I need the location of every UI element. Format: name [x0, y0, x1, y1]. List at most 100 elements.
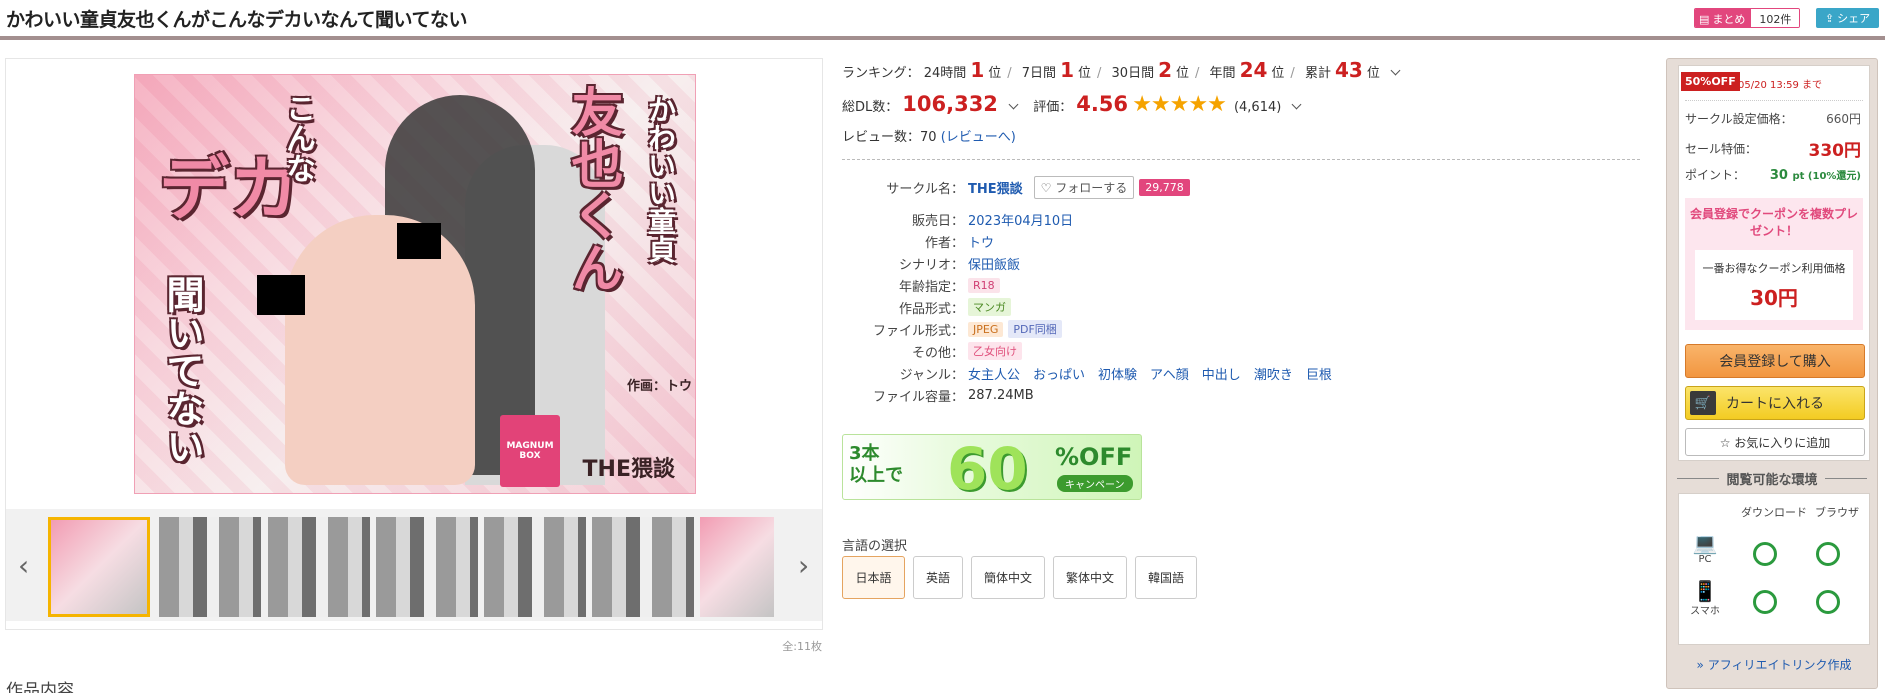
image-count: 全:11枚 [782, 640, 822, 653]
rank-unit: 位 [1077, 66, 1091, 81]
list-icon: ▤ [1699, 12, 1710, 26]
thumbnail[interactable] [268, 517, 370, 617]
review-link[interactable]: (レビューへ) [941, 130, 1016, 145]
point-label: ポイント： [1685, 168, 1746, 182]
purchase-panel: 50%OFF 05/20 13:59 まで サークル設定価格： 660円 セール… [1666, 58, 1878, 689]
thumbnail[interactable] [484, 517, 586, 617]
genre-link[interactable]: 中出し [1202, 364, 1241, 383]
follow-button[interactable]: ♡ フォローする [1033, 175, 1135, 199]
scenario-link[interactable]: 保田飯飯 [968, 254, 1020, 273]
thumbnail[interactable] [700, 517, 774, 617]
add-favorite-button[interactable]: ☆ お気に入りに追加 [1685, 428, 1865, 456]
price-box: 50%OFF 05/20 13:59 まで サークル設定価格： 660円 セール… [1678, 65, 1870, 461]
cover-text-konna: こんな [280, 93, 315, 183]
review-label: レビュー数： [842, 130, 921, 145]
cover-author-credit: 作画：トウ [627, 379, 693, 394]
downloads-label: 総DL数： [842, 100, 899, 115]
thumbnail-image [700, 517, 774, 617]
file-format-badge[interactable]: PDF同梱 [1008, 320, 1062, 338]
thumbnail[interactable] [592, 517, 694, 617]
genre-link[interactable]: 潮吹き [1254, 364, 1293, 383]
thumbnail[interactable] [159, 517, 261, 617]
environment-heading: 閲覧可能な環境 [1667, 469, 1877, 488]
spec-row-scenario: シナリオ： 保田飯飯 [842, 252, 1020, 274]
add-to-cart-button[interactable]: 🛒 カートに入れる [1685, 386, 1865, 420]
rating-value: 4.56 [1076, 92, 1129, 116]
spec-row-file-format: ファイル形式： JPEG PDF同梱 [842, 318, 1062, 340]
matome-text: まとめ [1712, 13, 1746, 26]
thumbnail-image [592, 517, 694, 617]
review-row: レビュー数：70 (レビューへ) [842, 126, 1016, 145]
rank-value: 1 [1060, 58, 1074, 82]
spec-row-circle: サークル名： THE猥談 ♡ フォローする 29,778 [842, 175, 1190, 199]
spec-label: 販売日： [911, 213, 964, 229]
age-badge[interactable]: R18 [968, 277, 1000, 293]
chevron-right-icon[interactable]: › [798, 549, 809, 582]
cover-box: MAGNUM BOX [500, 415, 560, 487]
chevron-down-icon[interactable] [1008, 99, 1019, 110]
genre-link[interactable]: アヘ顔 [1150, 364, 1189, 383]
genre-link[interactable]: 初体験 [1098, 364, 1137, 383]
rank-value: 43 [1334, 58, 1363, 82]
laptop-icon: 💻 [1692, 531, 1718, 555]
rank-value: 24 [1239, 58, 1268, 82]
genre-link[interactable]: 巨根 [1306, 364, 1332, 383]
circle-name-link[interactable]: THE猥談 [968, 178, 1023, 197]
divider [842, 159, 1640, 160]
thumbnail[interactable] [376, 517, 478, 617]
other-badge[interactable]: 乙女向け [968, 342, 1022, 360]
censor-bar [257, 275, 305, 315]
rank-period: 30日間 [1111, 66, 1155, 81]
genre-link[interactable]: おっぱい [1033, 364, 1085, 383]
rank-period: 累計 [1304, 66, 1331, 81]
separator: / [1007, 66, 1012, 81]
spec-label: ファイル容量： [872, 389, 964, 405]
rating-stars-icon: ★★★★★ [1132, 92, 1227, 117]
thumbnail[interactable] [48, 517, 150, 617]
language-option-zh-hans[interactable]: 簡体中文 [971, 556, 1045, 599]
coupon-price-box: 一番お得なクーポン利用価格 30円 [1695, 250, 1853, 320]
rank-period: 24時間 [923, 66, 967, 81]
follow-count: 29,778 [1139, 178, 1190, 196]
file-format-badge[interactable]: JPEG [968, 321, 1004, 337]
author-link[interactable]: トウ [968, 232, 994, 251]
language-option-zh-hant[interactable]: 繁体中文 [1053, 556, 1127, 599]
member-buy-button[interactable]: 会員登録して購入 [1685, 344, 1865, 378]
matome-button[interactable]: ▤ まとめ 102件 [1694, 8, 1801, 28]
rank-value: 2 [1158, 58, 1172, 82]
spec-label: 作者： [924, 235, 964, 251]
chevron-down-icon[interactable] [1292, 99, 1302, 110]
env-device-pc: 💻 PC [1687, 532, 1723, 565]
cover-figure-female [285, 215, 475, 485]
release-date-link[interactable]: 2023年04月10日 [968, 210, 1073, 229]
language-option-en[interactable]: 英語 [913, 556, 963, 599]
format-badge[interactable]: マンガ [968, 298, 1011, 316]
cart-icon: 🛒 [1690, 391, 1716, 415]
campaign-number: 60 [947, 435, 1028, 500]
coupon-box[interactable]: 会員登録でクーポンを複数プレゼント！ 一番お得なクーポン利用価格 30円 [1685, 198, 1863, 330]
divider [1685, 100, 1863, 101]
thumbnail-strip: ‹ › [6, 509, 822, 621]
spec-label: その他： [911, 345, 964, 361]
env-col-browser: ブラウザ [1815, 506, 1859, 519]
rank-period: 年間 [1209, 66, 1236, 81]
share-button[interactable]: ⇪ シェア [1816, 8, 1879, 28]
list-price-row: サークル設定価格： 660円 [1679, 110, 1869, 127]
main-cover-image[interactable]: デカ こんな 聞いてない 友也くん かわいい童貞 作画：トウ MAGNUM BO… [134, 74, 696, 494]
separator: / [1195, 66, 1200, 81]
ok-circle-icon [1816, 590, 1840, 614]
downloads-value: 106,332 [902, 92, 998, 116]
spec-row-other: その他： 乙女向け [842, 340, 1022, 362]
genre-link[interactable]: 女主人公 [968, 364, 1020, 383]
affiliate-link[interactable]: » アフィリエイトリンク作成 [1678, 656, 1870, 673]
spec-label: 作品形式： [898, 301, 964, 317]
language-option-ja[interactable]: 日本語 [842, 556, 905, 599]
point-number: 30 [1769, 167, 1788, 183]
campaign-label: キャンペーン [1057, 475, 1133, 492]
rank-unit: 位 [1366, 66, 1380, 81]
spec-row-release: 販売日： 2023年04月10日 [842, 208, 1073, 230]
chevron-left-icon[interactable]: ‹ [18, 549, 29, 582]
language-option-ko[interactable]: 韓国語 [1135, 556, 1197, 599]
campaign-banner[interactable]: 3本 以上で 60 %OFF キャンペーン [842, 434, 1142, 500]
chevron-down-icon[interactable] [1390, 65, 1401, 76]
